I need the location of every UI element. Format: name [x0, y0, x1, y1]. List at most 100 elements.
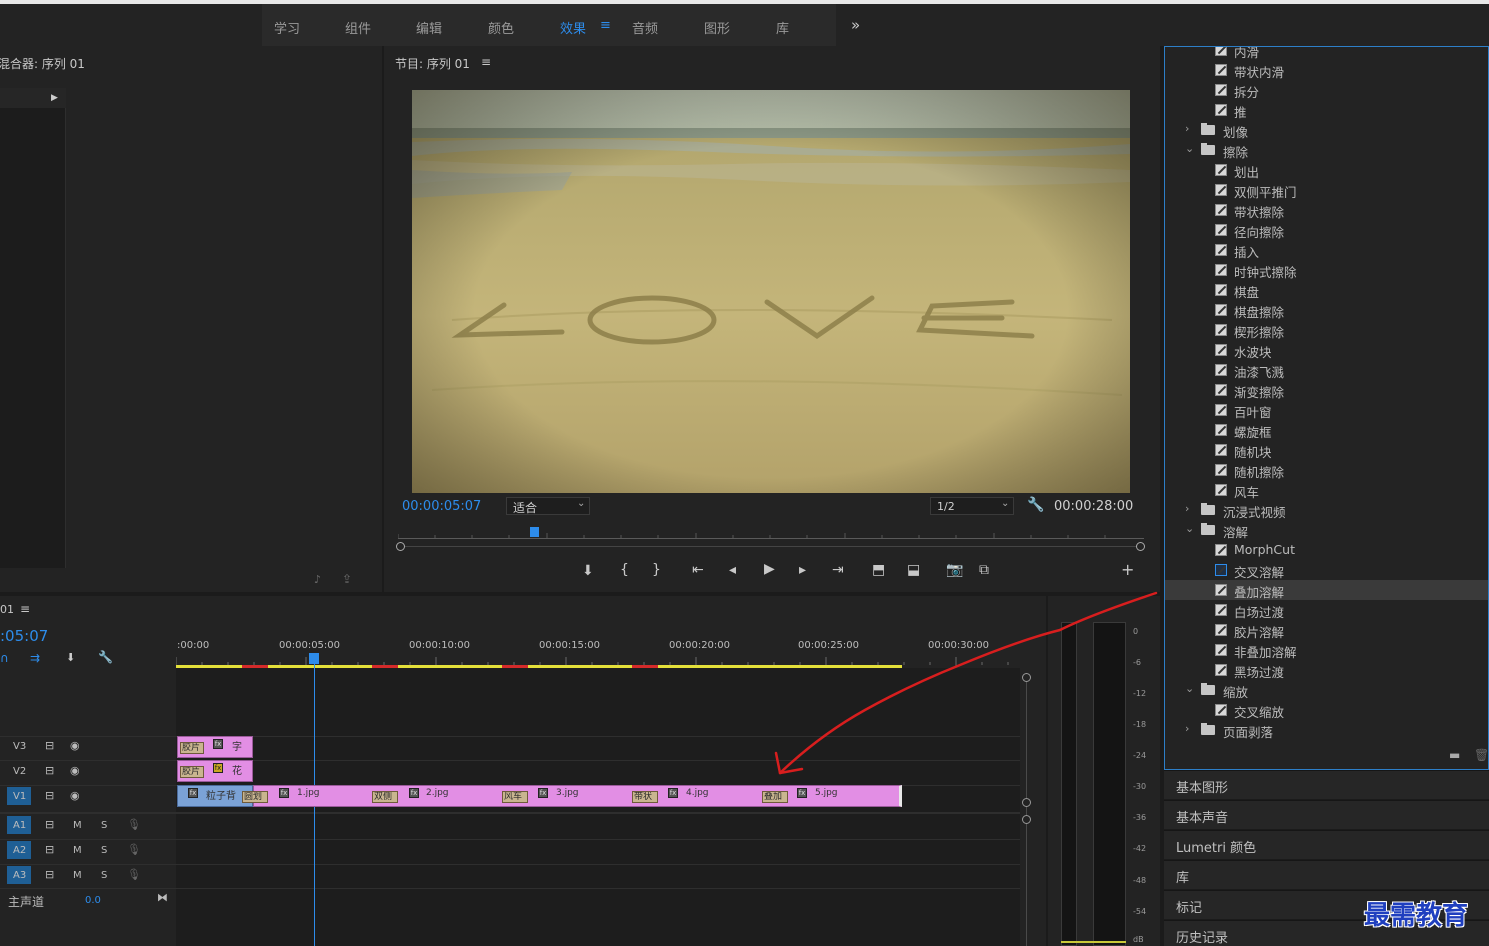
effect-item[interactable]: 交叉缩放 — [1165, 700, 1488, 720]
eye-icon[interactable]: ◉ — [70, 739, 80, 752]
mic-icon[interactable]: 🎙 — [127, 843, 141, 856]
effect-folder[interactable]: ⌄ 溶解 — [1165, 520, 1488, 540]
chevron-down-icon[interactable]: ⌄ — [1185, 682, 1194, 695]
export-audio-icon[interactable]: ♪ — [314, 573, 321, 586]
effect-folder[interactable]: › 页面剥落 — [1165, 720, 1488, 740]
chevron-down-icon[interactable]: ⌄ — [1185, 142, 1194, 155]
effect-item[interactable]: 时钟式擦除 — [1165, 260, 1488, 280]
chevron-down-icon[interactable]: ⌄ — [1185, 522, 1194, 535]
clip-v3[interactable]: 胶片 fx 字 — [177, 736, 253, 758]
new-bin-icon[interactable]: ▬ — [1449, 748, 1460, 762]
tab-graphics[interactable]: 图形 — [704, 18, 730, 37]
mute-button[interactable]: M — [73, 820, 82, 831]
mic-icon[interactable]: 🎙 — [127, 868, 141, 881]
snap-icon[interactable]: ∩ — [0, 651, 9, 665]
fit-dropdown[interactable]: 适合 ⌄ — [506, 497, 590, 515]
mic-icon[interactable]: 🎙 — [127, 818, 141, 831]
transition-v1[interactable]: 带状 — [632, 791, 658, 803]
scroll-handle[interactable] — [1022, 798, 1031, 807]
transition-v1[interactable]: 圆划 — [242, 791, 268, 803]
trash-icon[interactable]: 🗑 — [1474, 748, 1488, 762]
effect-item[interactable]: 划出 — [1165, 160, 1488, 180]
effect-item[interactable]: MorphCut — [1165, 540, 1488, 560]
video-frame[interactable] — [412, 90, 1130, 493]
mute-button[interactable]: M — [73, 845, 82, 856]
extract-icon[interactable]: ⬓ — [907, 562, 920, 578]
track-label[interactable]: A1 — [13, 820, 26, 831]
source-panel-title[interactable]: 混合器: 序列 01 — [0, 55, 85, 72]
eye-icon[interactable]: ◉ — [70, 764, 80, 777]
program-menu-icon[interactable]: ≡ — [481, 55, 491, 69]
clip-v2[interactable]: 胶片 fx 花 — [177, 760, 253, 782]
effect-item[interactable]: 非叠加溶解 — [1165, 640, 1488, 660]
effect-folder[interactable]: › 沉浸式视频 — [1165, 500, 1488, 520]
track-label[interactable]: A2 — [13, 845, 26, 856]
effect-item[interactable]: 白场过渡 — [1165, 600, 1488, 620]
tab-libraries[interactable]: 库 — [776, 18, 789, 37]
chevron-right-icon[interactable]: › — [1185, 122, 1189, 135]
tab-editing[interactable]: 编辑 — [416, 18, 442, 37]
timeline-timecode[interactable]: :05:07 — [0, 627, 48, 645]
effect-item[interactable]: 渐变擦除 — [1165, 380, 1488, 400]
effect-item[interactable]: 百叶窗 — [1165, 400, 1488, 420]
zoom-bar[interactable] — [398, 546, 1144, 547]
transition-v1[interactable]: 双侧 — [372, 791, 398, 803]
scroll-handle[interactable] — [1022, 815, 1031, 824]
effect-item[interactable]: 风车 — [1165, 480, 1488, 500]
program-title[interactable]: 节目: 序列 01 — [395, 55, 470, 72]
effect-item[interactable]: 径向擦除 — [1165, 220, 1488, 240]
effect-item[interactable]: 带状内滑 — [1165, 60, 1488, 80]
tab-assembly[interactable]: 组件 — [345, 18, 371, 37]
go-to-out-icon[interactable]: ⇥ — [832, 562, 844, 578]
effect-item[interactable]: 插入 — [1165, 240, 1488, 260]
program-current-time[interactable]: 00:00:05:07 — [402, 499, 481, 514]
solo-button[interactable]: S — [101, 845, 107, 856]
zoom-handle-right[interactable] — [1136, 542, 1145, 551]
wrench-icon[interactable]: 🔧 — [98, 650, 113, 664]
sync-lock-icon[interactable]: ⊟ — [45, 789, 54, 802]
effect-item[interactable]: 棋盘擦除 — [1165, 300, 1488, 320]
timeline-menu-icon[interactable]: ≡ — [20, 602, 30, 616]
transition-v3[interactable]: 胶片 — [180, 742, 204, 754]
mark-out-icon[interactable]: } — [652, 562, 661, 578]
effect-item[interactable]: 推 — [1165, 100, 1488, 120]
export-frame-icon[interactable]: ⇪ — [342, 572, 352, 586]
sync-lock-icon[interactable]: ⊟ — [45, 764, 54, 777]
effect-item[interactable]: 带状擦除 — [1165, 200, 1488, 220]
transition-v1[interactable]: 叠加 — [762, 791, 788, 803]
effect-item[interactable]: 双侧平推门 — [1165, 180, 1488, 200]
zoom-handle-left[interactable] — [396, 542, 405, 551]
track-label[interactable]: V1 — [13, 791, 26, 802]
panel-lumetri-color[interactable]: Lumetri 颜色 — [1164, 830, 1489, 859]
wrench-icon[interactable]: 🔧 — [1027, 497, 1044, 513]
playhead-marker[interactable] — [530, 527, 539, 537]
add-marker-icon[interactable]: ⬇ — [66, 651, 75, 664]
linked-selection-icon[interactable]: ⇉ — [30, 651, 40, 665]
resolution-dropdown[interactable]: 1/2 ⌄ — [930, 497, 1014, 515]
effect-item[interactable]: 胶片溶解 — [1165, 620, 1488, 640]
effect-item[interactable]: 油漆飞溅 — [1165, 360, 1488, 380]
sync-lock-icon[interactable]: ⊟ — [45, 843, 54, 856]
timeline-playhead-head[interactable] — [309, 653, 319, 664]
step-back-icon[interactable]: ◂ — [729, 562, 736, 578]
camera-icon[interactable]: 📷 — [946, 562, 963, 578]
panel-libraries[interactable]: 库 — [1164, 860, 1489, 889]
go-to-in-icon[interactable]: ⇤ — [692, 562, 704, 578]
master-volume-value[interactable]: 0.0 — [85, 895, 101, 906]
tab-learn[interactable]: 学习 — [274, 18, 300, 37]
eye-icon[interactable]: ◉ — [70, 789, 80, 802]
play-arrow-icon[interactable]: ▶ — [51, 93, 58, 103]
track-label[interactable]: A3 — [13, 870, 26, 881]
timeline-tab[interactable]: 01 — [0, 603, 14, 616]
track-label[interactable]: V2 — [13, 766, 26, 777]
effect-folder[interactable]: ⌄ 缩放 — [1165, 680, 1488, 700]
mark-in-icon[interactable]: { — [620, 562, 629, 578]
more-workspaces-icon[interactable]: » — [851, 16, 860, 34]
play-icon[interactable]: ▶ — [764, 561, 775, 577]
add-button-icon[interactable]: + — [1121, 560, 1134, 579]
effect-item[interactable]: 叠加溶解 — [1165, 580, 1488, 600]
effect-item[interactable]: 螺旋框 — [1165, 420, 1488, 440]
solo-button[interactable]: S — [101, 820, 107, 831]
transition-v2[interactable]: 胶片 — [180, 766, 204, 778]
sync-lock-icon[interactable]: ⊟ — [45, 818, 54, 831]
